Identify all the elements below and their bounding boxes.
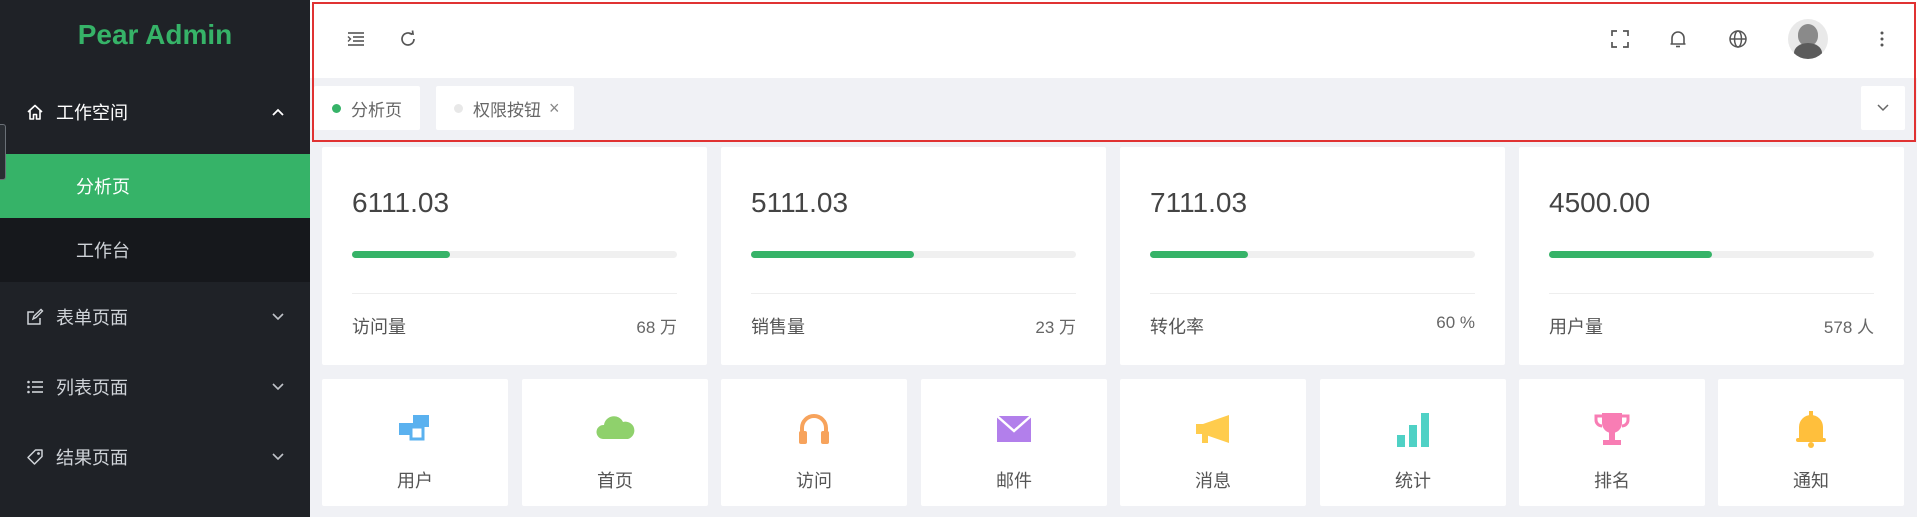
shortcut-label: 邮件 — [996, 471, 1032, 491]
progress-track — [751, 251, 1076, 258]
divider — [1549, 293, 1874, 294]
avatar[interactable] — [1788, 19, 1828, 59]
stat-meta: 68 万 — [636, 318, 677, 337]
tag-icon — [26, 448, 44, 466]
tab-label: 权限按钮 — [473, 100, 541, 120]
megaphone-icon — [1196, 415, 1229, 443]
shortcut-visit[interactable]: 访问 — [721, 379, 907, 506]
divider — [751, 293, 1076, 294]
progress-track — [352, 251, 677, 258]
chevron-down-icon — [272, 310, 284, 324]
menu-fold-icon[interactable] — [344, 27, 368, 51]
chevron-down-icon — [272, 450, 284, 464]
shortcut-label: 排名 — [1594, 471, 1630, 491]
sidebar-group-label: 工作空间 — [56, 103, 128, 123]
shortcut-label: 用户 — [397, 471, 433, 491]
sidebar-item-analysis[interactable]: 分析页 — [0, 154, 310, 218]
shortcut-label: 消息 — [1195, 471, 1231, 491]
shortcut-label: 通知 — [1793, 471, 1829, 491]
stat-meta: 60 % — [1436, 313, 1475, 332]
sidebar-submenu-workspace: 分析页 工作台 — [0, 154, 310, 282]
mail-icon — [996, 415, 1032, 442]
shortcut-mail[interactable]: 邮件 — [921, 379, 1107, 506]
home-icon — [26, 103, 44, 121]
progress-track — [1150, 251, 1475, 258]
sidebar-group-results[interactable]: 结果页面 — [0, 422, 310, 492]
sidebar-item-workbench[interactable]: 工作台 — [0, 218, 310, 282]
bar-stats-icon — [1397, 413, 1429, 447]
headphones-icon — [799, 414, 829, 444]
chevron-down-icon — [272, 380, 284, 394]
stat-value: 5111.03 — [751, 187, 849, 218]
stat-label: 转化率 — [1150, 317, 1204, 337]
shortcut-home[interactable]: 首页 — [522, 379, 708, 506]
stat-card: 7111.03 转化率 60 % — [1120, 147, 1505, 365]
sidebar: Pear Admin 工作空间 分析页 工作台 表单页面 列表页面 结果页面 — [0, 0, 310, 517]
sidebar-drag-handle[interactable] — [0, 124, 6, 180]
shortcut-label: 统计 — [1395, 471, 1431, 491]
stat-value: 4500.00 — [1549, 187, 1651, 218]
active-dot-icon — [332, 103, 341, 113]
app-logo[interactable]: Pear Admin — [0, 0, 310, 70]
chevron-down-icon — [1877, 99, 1889, 117]
divider — [1150, 293, 1475, 294]
shortcut-users[interactable]: 用户 — [322, 379, 508, 506]
stat-meta: 578 人 — [1823, 318, 1874, 337]
refresh-icon[interactable] — [396, 27, 420, 51]
page-tabs-bar: 分析页 权限按钮 × — [310, 78, 1917, 142]
sidebar-group-label: 列表页面 — [56, 378, 128, 398]
progress-fill — [1150, 251, 1248, 258]
list-icon — [26, 378, 44, 396]
users-blocks-icon — [399, 415, 429, 441]
shortcut-message[interactable]: 消息 — [1120, 379, 1306, 506]
trophy-icon — [1594, 413, 1630, 445]
progress-fill — [1549, 251, 1712, 258]
edit-icon — [26, 308, 44, 326]
sidebar-group-lists[interactable]: 列表页面 — [0, 352, 310, 422]
more-vertical-icon[interactable] — [1870, 27, 1894, 51]
progress-track — [1549, 251, 1874, 258]
shortcut-stats[interactable]: 统计 — [1320, 379, 1506, 506]
shortcut-notice[interactable]: 通知 — [1718, 379, 1904, 506]
fullscreen-icon[interactable] — [1608, 27, 1632, 51]
stat-value: 6111.03 — [352, 187, 450, 218]
progress-fill — [352, 251, 450, 258]
stat-label: 销售量 — [751, 317, 805, 337]
tab-dropdown-button[interactable] — [1861, 86, 1905, 130]
tab-label: 分析页 — [351, 100, 402, 120]
inactive-dot-icon — [454, 103, 463, 113]
divider — [352, 293, 677, 294]
stat-card: 4500.00 用户量 578 人 — [1519, 147, 1904, 365]
close-icon[interactable]: × — [549, 98, 560, 119]
shortcut-label: 访问 — [796, 471, 832, 491]
stat-meta: 23 万 — [1035, 318, 1076, 337]
stat-value: 7111.03 — [1150, 187, 1248, 218]
sidebar-group-forms[interactable]: 表单页面 — [0, 282, 310, 352]
globe-icon[interactable] — [1726, 27, 1750, 51]
top-header — [310, 0, 1917, 78]
cloud-icon — [596, 416, 635, 439]
stat-card: 5111.03 销售量 23 万 — [721, 147, 1106, 365]
bell-icon[interactable] — [1666, 27, 1690, 51]
tab-permission-buttons[interactable]: 权限按钮 × — [436, 86, 574, 130]
sidebar-group-workspace[interactable]: 工作空间 — [0, 70, 310, 154]
shortcut-ranking[interactable]: 排名 — [1519, 379, 1705, 506]
chevron-up-icon — [272, 105, 284, 119]
shortcut-label: 首页 — [597, 471, 633, 491]
bell-fill-icon — [1796, 411, 1826, 448]
sidebar-group-label: 结果页面 — [56, 448, 128, 468]
stat-card: 6111.03 访问量 68 万 — [322, 147, 707, 365]
tab-analysis[interactable]: 分析页 — [314, 86, 420, 130]
stat-label: 访问量 — [352, 317, 406, 337]
progress-fill — [751, 251, 914, 258]
stat-label: 用户量 — [1549, 317, 1603, 337]
sidebar-group-label: 表单页面 — [56, 308, 128, 328]
